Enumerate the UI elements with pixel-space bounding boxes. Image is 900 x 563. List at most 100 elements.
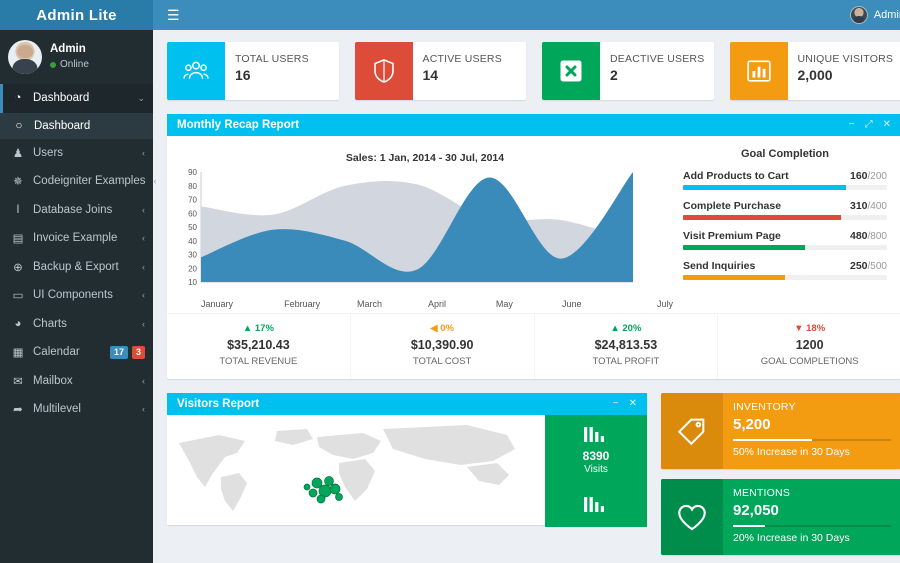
close-icon[interactable]: ✕ <box>883 119 891 130</box>
small-box-inventory[interactable]: Inventory 5,200 50% Increase in 30 Days <box>661 393 900 469</box>
chart-x-tick: January <box>201 298 234 309</box>
stat-amount: 1200 <box>795 338 824 353</box>
recap-stats-row: ▲ 17% $35,210.43 Total Revenue ◀ 0% $10,… <box>167 312 900 380</box>
bar-chart-icon <box>729 41 788 100</box>
small-box-value: 92,050 <box>733 501 779 519</box>
sidebar-subitem-dashboard[interactable]: ○ Dashboard <box>0 113 153 139</box>
goal-progress-fill <box>683 274 785 280</box>
sidebar-item-codeigniter-examples[interactable]: ✵ Codeigniter Examples ‹ <box>0 167 156 196</box>
goal-row: Send Inquiries 250/500 <box>683 260 887 272</box>
laptop-icon: ▭ <box>12 290 24 303</box>
small-box-mentions[interactable]: Mentions 92,050 20% Increase in 30 Days <box>661 478 900 555</box>
globe-icon: ⊕ <box>13 261 23 274</box>
info-box-value: 14 <box>422 67 439 84</box>
recap-row: Sales: 1 Jan, 2014 - 30 Jul, 2014 10 20 30… <box>177 146 891 309</box>
users-icon <box>167 41 225 100</box>
goal-completion-title: Goal Completion <box>741 147 829 160</box>
sidebar-item-database-joins[interactable]: I Database Joins ‹ <box>0 196 153 225</box>
info-box-body: Unique Visitors 2,000 <box>788 42 894 100</box>
sidebar-user-status-label: Online <box>60 59 89 70</box>
top-navbar: ☰ Admin <box>153 0 900 30</box>
goal-row: Complete Purchase 310/400 <box>683 200 887 212</box>
sidebar-item-label: Users <box>33 146 64 159</box>
hamburger-icon[interactable]: ☰ <box>161 6 186 24</box>
sidebar-badges: 17 3 <box>109 345 145 359</box>
bar-chart-icon <box>584 496 604 512</box>
info-box-body: Deactive Users 2 <box>600 42 704 100</box>
times-square-icon <box>542 41 600 100</box>
goal-progress-fill <box>683 244 806 250</box>
bar-chart-icon <box>584 427 604 443</box>
brand-logo[interactable]: Admin Lite <box>0 0 153 30</box>
info-box-deactive-users[interactable]: Deactive Users 2 <box>542 41 714 100</box>
small-box-value: 5,200 <box>733 415 771 433</box>
chart-y-tick: 90 <box>188 168 197 177</box>
chart-x-tick: May <box>495 298 513 309</box>
visits-label: Visits <box>584 464 608 476</box>
small-box-progress <box>733 525 891 528</box>
chart-x-tick: April <box>427 298 446 309</box>
app-root: Admin Lite Admin Online ◔ Dashboard ⌄ ○ … <box>0 0 900 563</box>
monthly-recap-header: Monthly Recap Report − ⤢ ✕ <box>167 113 900 136</box>
info-box-total-users[interactable]: Total Users 16 <box>167 41 339 100</box>
chart-x-tick: June <box>562 298 582 309</box>
sidebar-item-invoice-example[interactable]: ▤ Invoice Example ‹ <box>0 224 153 253</box>
goal-item: Visit Premium Page 480/800 <box>683 230 887 250</box>
sidebar-item-label: Mailbox <box>33 374 73 387</box>
minus-icon[interactable]: − <box>849 119 855 130</box>
minus-icon[interactable]: − <box>613 399 619 409</box>
sidebar-item-multilevel[interactable]: ➦ Multilevel ‹ <box>0 395 153 424</box>
goal-item: Add Products to Cart 160/200 <box>683 170 887 190</box>
main-content: Total Users 16 Active Users 14 Deactive … <box>153 30 900 563</box>
expand-icon[interactable]: ⤢ <box>865 119 873 130</box>
world-map[interactable] <box>167 415 545 526</box>
tag-icon <box>661 393 723 469</box>
goal-current: 250 <box>850 259 868 272</box>
chevron-left-icon: ‹ <box>142 404 145 415</box>
sidebar-item-backup-export[interactable]: ⊕ Backup & Export ‹ <box>0 253 153 282</box>
sidebar-item-ui-components[interactable]: ▭ UI Components ‹ <box>0 281 153 310</box>
small-box-progress-fill <box>733 525 765 528</box>
sidebar-user-status: Online <box>50 58 89 72</box>
chart-y-tick: 10 <box>188 278 197 287</box>
stat-amount: $35,210.43 <box>227 338 290 353</box>
visits-value: 8390 <box>582 449 610 464</box>
chevron-left-icon: ‹ <box>142 290 145 301</box>
sidebar-item-label: Invoice Example <box>33 232 118 245</box>
sidebar-item-users[interactable]: ♟ Users ‹ <box>0 139 153 168</box>
sidebar-item-dashboard[interactable]: ◔ Dashboard ⌄ <box>0 84 153 113</box>
goal-item: Send Inquiries 250/500 <box>683 260 887 280</box>
small-box-label: Mentions <box>733 486 791 499</box>
envelope-icon: ✉ <box>13 375 23 388</box>
sidebar-item-calendar[interactable]: ▦ Calendar 17 3 <box>0 338 153 367</box>
visits-column: 8390 Visits <box>545 415 647 528</box>
chevron-left-icon: ‹ <box>142 204 145 215</box>
small-box-column: Inventory 5,200 50% Increase in 30 Days … <box>661 393 900 563</box>
chart-x-tick: July <box>656 298 673 309</box>
stat-arrow-icon: ▲ <box>242 322 253 334</box>
info-box-unique-visitors[interactable]: Unique Visitors 2,000 <box>729 41 900 100</box>
sidebar-item-charts[interactable]: ◕ Charts ‹ <box>0 310 153 339</box>
sidebar-item-mailbox[interactable]: ✉ Mailbox ‹ <box>0 367 153 396</box>
goal-label: Send Inquiries <box>683 259 756 272</box>
sidebar-item-label: Database Joins <box>33 203 113 216</box>
close-icon[interactable]: ✕ <box>629 399 637 409</box>
goal-total: /200 <box>867 170 887 182</box>
stat-label: Total Cost <box>412 355 472 367</box>
stat-change: ▲ 20% <box>535 322 718 336</box>
puzzle-icon: ✵ <box>13 176 23 189</box>
stat-change: ◀ 0% <box>351 322 534 336</box>
visitors-report-body: 8390 Visits <box>167 415 647 528</box>
goal-label: Complete Purchase <box>683 199 782 212</box>
stat-label: Total Profit <box>592 355 660 367</box>
stat-total-profit: ▲ 20% $24,813.53 Total Profit <box>535 313 719 380</box>
stat-change: ▲ 17% <box>167 322 350 336</box>
small-box-body: Inventory 5,200 50% Increase in 30 Days <box>723 393 900 469</box>
stat-label: Total Revenue <box>219 355 298 367</box>
info-box-active-users[interactable]: Active Users 14 <box>354 41 526 100</box>
navbar-user-menu[interactable]: Admin <box>849 5 900 24</box>
goal-progress-bar <box>683 244 887 250</box>
chart-x-axis-labels: January February March April May June July <box>177 299 673 309</box>
stat-percent: 20% <box>622 322 642 334</box>
chevron-left-icon: ‹ <box>142 375 145 386</box>
